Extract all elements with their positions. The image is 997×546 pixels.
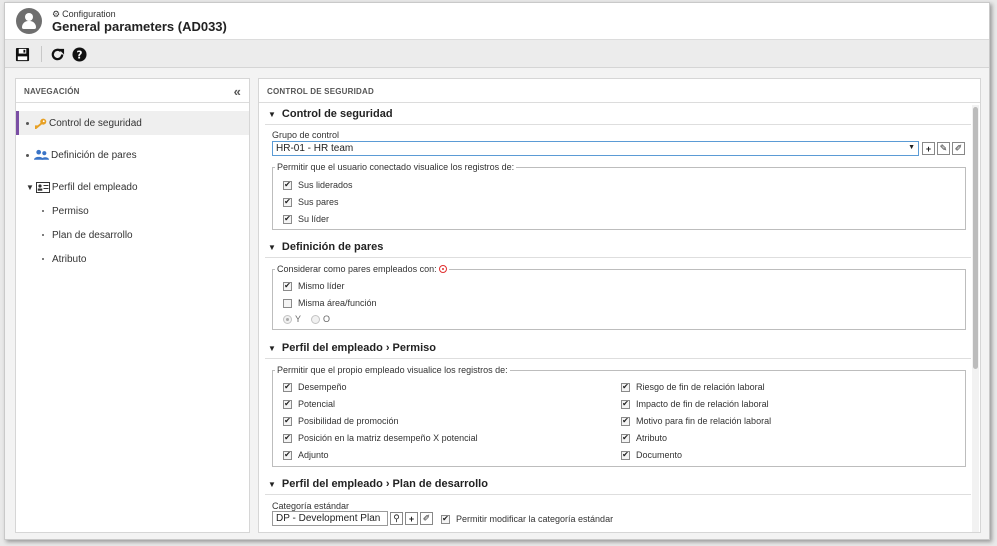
pencil-icon: ✎ — [939, 143, 948, 153]
group-select[interactable]: HR-01 - HR team ▼ — [272, 141, 919, 156]
add-button[interactable]: + — [922, 142, 935, 155]
checkbox-posicion-matriz[interactable]: ✔ Posición en la matriz desempeño X poten… — [283, 433, 478, 443]
nav-item-label: Perfil del empleado — [51, 181, 138, 193]
divider — [265, 494, 971, 495]
navigation-panel: NAVEGACIÓN « Control de seguridad Defini… — [15, 78, 250, 533]
checkbox[interactable]: ✔ — [283, 197, 292, 207]
nav-item-label: Atributo — [52, 253, 87, 265]
checkbox-misma-area[interactable]: Misma área/función — [283, 298, 377, 308]
checkbox[interactable]: ✔ — [283, 214, 292, 224]
divider — [265, 257, 971, 258]
dropdown-arrow-icon[interactable]: ▼ — [908, 144, 915, 151]
checkbox-su-lider[interactable]: ✔ Su líder — [283, 214, 329, 224]
checkbox-sus-liderados[interactable]: ✔ Sus liderados — [283, 180, 353, 190]
edit-button[interactable]: ✎ — [937, 142, 950, 155]
caret-down-icon[interactable]: ▼ — [268, 243, 276, 252]
section-control-seguridad[interactable]: ▼ Control de seguridad — [268, 108, 393, 120]
save-icon — [15, 47, 29, 61]
caret-down-icon[interactable]: ▼ — [268, 110, 276, 119]
nav-item-perfil-empleado[interactable]: ▼ Perfil del empleado — [16, 175, 249, 199]
eraser-icon: ✐ — [422, 513, 431, 523]
save-button[interactable] — [13, 45, 31, 63]
users-icon — [34, 149, 49, 160]
caret-down-icon[interactable]: ▼ — [268, 344, 276, 353]
radio[interactable] — [311, 314, 320, 324]
radio[interactable] — [283, 314, 292, 324]
scrollbar[interactable] — [972, 105, 979, 532]
nav-item-permiso[interactable]: Permiso — [16, 199, 249, 223]
nav-item-label: Permiso — [52, 205, 89, 217]
header: ⚙ Configuration General parameters (AD033… — [5, 3, 989, 40]
svg-text:?: ? — [76, 49, 82, 61]
visibility-fieldset: Permitir que el usuario conectado visual… — [272, 162, 966, 230]
checkbox-impacto[interactable]: ✔ Impacto de fin de relación laboral — [621, 399, 769, 409]
main-panel: CONTROL DE SEGURIDAD ▼ Control de segurid… — [258, 78, 981, 533]
checkbox-sus-pares[interactable]: ✔ Sus pares — [283, 197, 339, 207]
clear-category-button[interactable]: ✐ — [420, 512, 433, 525]
section-permiso[interactable]: ▼ Perfil del empleado › Permiso — [268, 342, 436, 354]
page-title: General parameters (AD033) — [52, 19, 227, 34]
nav-item-definicion-pares[interactable]: Definición de pares — [16, 143, 249, 167]
key-icon — [35, 118, 47, 129]
caret-down-icon[interactable]: ▼ — [26, 183, 34, 192]
nav-item-atributo[interactable]: Atributo — [16, 247, 249, 271]
divider — [265, 358, 971, 359]
plus-icon: + — [925, 143, 932, 154]
section-definicion-pares[interactable]: ▼ Definición de pares — [268, 241, 383, 253]
clear-button[interactable]: ✐ — [952, 142, 965, 155]
section-plan-desarrollo[interactable]: ▼ Perfil del empleado › Plan de desarroll… — [268, 478, 488, 490]
app-logo-icon — [16, 8, 42, 34]
checkbox[interactable] — [283, 298, 292, 308]
add-category-button[interactable]: + — [405, 512, 418, 525]
refresh-icon — [51, 48, 64, 60]
toolbar-divider — [41, 46, 42, 62]
app-window: ⚙ Configuration General parameters (AD033… — [4, 2, 990, 540]
checkbox[interactable]: ✔ — [283, 281, 292, 291]
checkbox-potencial[interactable]: ✔ Potencial — [283, 399, 335, 409]
nav-item-label: Control de seguridad — [49, 117, 142, 129]
checkbox-adjunto[interactable]: ✔ Adjunto — [283, 450, 329, 460]
checkbox-posibilidad-promocion[interactable]: ✔ Posibilidad de promoción — [283, 416, 399, 426]
radio-y[interactable]: Y — [283, 314, 301, 324]
search-icon: ⚲ — [393, 513, 400, 523]
nav-item-plan-desarrollo[interactable]: Plan de desarrollo — [16, 223, 249, 247]
pares-fieldset: Considerar como pares empleados con: ✔ Mi… — [272, 264, 966, 330]
main-header: CONTROL DE SEGURIDAD — [259, 79, 980, 103]
nav-item-label: Plan de desarrollo — [52, 229, 133, 241]
checkbox-atributo[interactable]: ✔ Atributo — [621, 433, 667, 443]
help-button[interactable]: ? — [70, 45, 88, 63]
checkbox-allow-modify[interactable]: ✔ Permitir modificar la categoría estánda… — [441, 514, 613, 524]
checkbox-motivo[interactable]: ✔ Motivo para fin de relación laboral — [621, 416, 771, 426]
toolbar: ? — [5, 40, 989, 68]
permiso-fieldset: Permitir que el propio empleado visualic… — [272, 365, 966, 467]
category-label: Categoría estándar — [272, 501, 350, 511]
divider — [265, 124, 971, 125]
group-label: Grupo de control — [272, 130, 340, 140]
id-card-icon — [35, 181, 50, 193]
eraser-icon: ✐ — [954, 143, 963, 153]
caret-down-icon[interactable]: ▼ — [268, 480, 276, 489]
required-icon — [438, 265, 447, 273]
help-icon: ? — [71, 46, 87, 62]
category-field[interactable]: DP - Development Plan — [272, 511, 388, 526]
refresh-button[interactable] — [48, 45, 66, 63]
nav-item-control-seguridad[interactable]: Control de seguridad — [16, 111, 249, 135]
checkbox-desempeno[interactable]: ✔ Desempeño — [283, 382, 347, 392]
scrollbar-thumb[interactable] — [973, 107, 978, 369]
checkbox-riesgo[interactable]: ✔ Riesgo de fin de relación laboral — [621, 382, 765, 392]
gear-icon: ⚙ — [52, 9, 61, 19]
plus-icon: + — [408, 513, 415, 524]
checkbox-documento[interactable]: ✔ Documento — [621, 450, 682, 460]
radio-o[interactable]: O — [311, 314, 330, 324]
collapse-icon[interactable]: « — [234, 84, 241, 99]
navigation-header: NAVEGACIÓN « — [16, 79, 249, 103]
checkbox-mismo-lider[interactable]: ✔ Mismo líder — [283, 281, 345, 291]
checkbox[interactable]: ✔ — [283, 180, 292, 190]
search-button[interactable]: ⚲ — [390, 512, 403, 525]
nav-item-label: Definición de pares — [51, 149, 137, 161]
